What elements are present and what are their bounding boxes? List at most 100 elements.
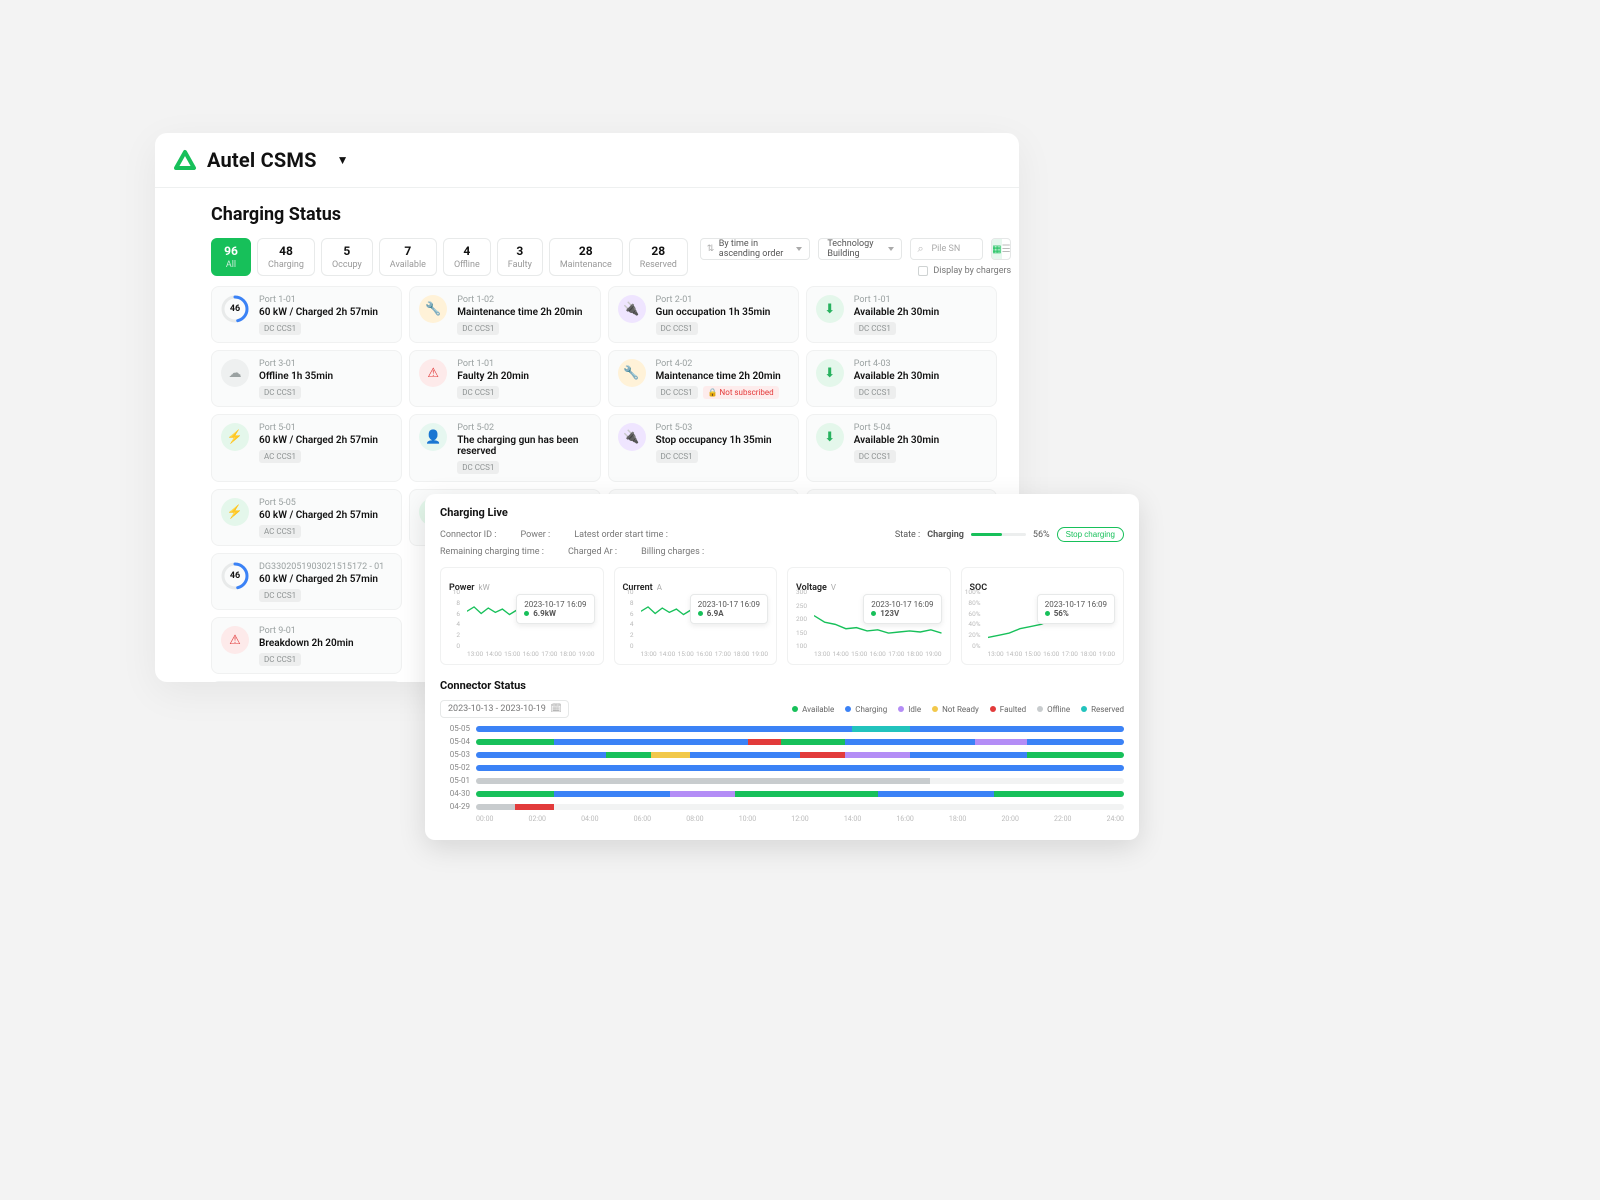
status-tab-available[interactable]: 7Available — [379, 238, 437, 276]
port-tag: DC CCS1 — [259, 322, 301, 335]
user-icon: 👤 — [419, 423, 447, 451]
timeline-row: 05-03 — [440, 750, 1124, 759]
status-tab-faulty[interactable]: 3Faulty — [497, 238, 543, 276]
charged-label: Charged Ar : — [568, 547, 617, 557]
location-select[interactable]: Technology Building — [818, 238, 902, 260]
timeline-row: 05-04 — [440, 737, 1124, 746]
bolt-icon: ⚡ — [221, 423, 249, 451]
status-tab-reserved[interactable]: 28Reserved — [629, 238, 688, 276]
grid-view-icon[interactable]: ▦ — [992, 239, 1001, 259]
port-tag: DC CCS1 — [457, 322, 499, 335]
port-card[interactable]: 👤Port 5-02The charging gun has been rese… — [409, 414, 600, 482]
gun-icon: 🔌 — [618, 423, 646, 451]
state-label: State : — [895, 530, 920, 540]
avail-icon: ⬇ — [816, 295, 844, 323]
port-card[interactable]: ⬇Port 5-04Available 2h 30minDC CCS1 — [806, 414, 997, 482]
port-tag: DC CCS1 — [259, 386, 301, 399]
wrench-icon: 🔧 — [419, 295, 447, 323]
legend-item: Charging — [845, 705, 887, 714]
port-card[interactable]: ⚠Port 9-01Breakdown 2h 20minDC CCS1 — [211, 617, 402, 674]
display-by-chargers-label: Display by chargers — [933, 266, 1011, 276]
timeline-row: 05-05 — [440, 724, 1124, 733]
legend-item: Reserved — [1081, 705, 1124, 714]
gun-icon: 🔌 — [618, 295, 646, 323]
port-tag: DC CCS1 — [656, 450, 698, 463]
port-tag: DC CCS1 — [259, 589, 301, 602]
chart-tooltip: 2023-10-17 16:0956% — [1037, 594, 1115, 624]
view-toggle[interactable]: ▦ ☰ — [991, 238, 1011, 260]
port-card[interactable]: ⬇Port 4-03Available 2h 30minDC CCS1 — [806, 350, 997, 407]
port-card[interactable]: ⚡Port 5-0160 kW / Charged 2h 57minAC CCS… — [211, 414, 402, 482]
search-placeholder: Pile SN — [931, 244, 960, 254]
stop-charging-button[interactable]: Stop charging — [1057, 527, 1124, 542]
page-title: Charging Status — [211, 204, 997, 225]
port-tag: DC CCS1 — [656, 386, 698, 399]
port-tag: DC CCS1 — [457, 386, 499, 399]
status-filter-tabs: 96All48Charging5Occupy7Available4Offline… — [211, 238, 688, 276]
status-tab-maintenance[interactable]: 28Maintenance — [549, 238, 623, 276]
status-tab-occupy[interactable]: 5Occupy — [321, 238, 373, 276]
progress-ring-icon: 46 — [221, 562, 249, 590]
legend-item: Not Ready — [932, 705, 979, 714]
timeline-row: 05-02 — [440, 763, 1124, 772]
timeline-legend: Available Charging Idle Not Ready Faulted Off… — [792, 705, 1124, 714]
date-range-picker[interactable]: 2023-10-13 - 2023-10-19 — [440, 700, 569, 718]
timeline-row: 04-30 — [440, 789, 1124, 798]
port-card[interactable]: 46Port 1-0160 kW / Charged 2h 57minDC CC… — [211, 286, 402, 343]
port-tag: DC CCS1 — [854, 450, 896, 463]
app-dropdown-caret[interactable]: ▼ — [337, 153, 349, 167]
mini-chart-power: PowerkW 1086420 13:0014:0015:0016:0017:0… — [440, 567, 604, 665]
port-card[interactable]: 🔧Port 4-02Maintenance time 2h 20minDC CC… — [608, 350, 799, 407]
search-input[interactable]: Pile SN — [910, 238, 983, 260]
location-select-value: Technology Building — [827, 239, 879, 259]
checkbox-icon — [918, 266, 928, 276]
list-view-icon[interactable]: ☰ — [1002, 239, 1011, 259]
legend-item: Idle — [898, 705, 921, 714]
charging-live-title: Charging Live — [440, 506, 1124, 519]
port-card[interactable]: ☁Port 3-01Offline 1h 35minDC CCS1 — [211, 350, 402, 407]
app-title: Autel CSMS — [207, 148, 317, 172]
mini-chart-voltage: VoltageV 300250200150100 13:0014:0015:00… — [787, 567, 951, 665]
state-value: Charging — [927, 530, 964, 540]
avail-icon: ⬇ — [816, 423, 844, 451]
wrench-icon: 🔧 — [618, 359, 646, 387]
off-icon: ☁ — [221, 359, 249, 387]
port-tag: DC CCS1 — [854, 386, 896, 399]
state-pct: 56% — [1033, 530, 1050, 540]
sort-select[interactable]: ⇅ By time in ascending order — [700, 238, 811, 260]
legend-item: Available — [792, 705, 834, 714]
timeline: 05-05 05-04 05-03 05-02 05-01 04-30 04-2… — [440, 724, 1124, 811]
chart-tooltip: 2023-10-17 16:096.9kW — [516, 594, 594, 624]
state-progress — [971, 533, 1026, 536]
date-range-value: 2023-10-13 - 2023-10-19 — [448, 704, 546, 714]
port-card[interactable]: 🔌Port 2-01Gun occupation 1h 35minDC CCS1 — [608, 286, 799, 343]
chart-tooltip: 2023-10-17 16:09123V — [863, 594, 941, 624]
port-card[interactable]: ⚠Port 1-01Faulty 2h 20minDC CCS1 — [409, 350, 600, 407]
logo-icon — [173, 148, 197, 172]
billing-label: Billing charges : — [641, 547, 704, 557]
port-card[interactable]: 🔧Port 1-02Maintenance time 2h 20minDC CC… — [409, 286, 600, 343]
legend-item: Offline — [1037, 705, 1070, 714]
latest-order-label: Latest order start time : — [574, 530, 668, 540]
status-tab-offline[interactable]: 4Offline — [443, 238, 491, 276]
mini-charts: PowerkW 1086420 13:0014:0015:0016:0017:0… — [440, 567, 1124, 665]
connector-id-label: Connector ID : — [440, 530, 496, 540]
port-card[interactable]: 46Port 1-0160 kW / Charged 2h 57minDC CC… — [211, 681, 402, 682]
bolt-icon: ⚡ — [221, 498, 249, 526]
sort-select-value: By time in ascending order — [719, 239, 788, 259]
port-tag: AC CCS1 — [259, 450, 301, 463]
port-tag: DC CCS1 — [854, 322, 896, 335]
status-tab-charging[interactable]: 48Charging — [257, 238, 315, 276]
port-card[interactable]: 🔌Port 5-03Stop occupancy 1h 35minDC CCS1 — [608, 414, 799, 482]
fault-icon: ⚠ — [221, 626, 249, 654]
port-card[interactable]: 46DG3302051903021515172 - 0160 kW / Char… — [211, 553, 402, 610]
chart-tooltip: 2023-10-17 16:096.9A — [690, 594, 768, 624]
port-tag: DC CCS1 — [457, 461, 499, 474]
port-tag: 🔒 Not subscribed — [703, 386, 779, 399]
app-logo[interactable]: Autel CSMS ▼ — [173, 148, 348, 172]
port-card[interactable]: ⬇Port 1-01Available 2h 30minDC CCS1 — [806, 286, 997, 343]
legend-item: Faulted — [990, 705, 1026, 714]
status-tab-all[interactable]: 96All — [211, 238, 251, 276]
display-by-chargers[interactable]: Display by chargers — [918, 266, 1011, 276]
port-card[interactable]: ⚡Port 5-0560 kW / Charged 2h 57minAC CCS… — [211, 489, 402, 546]
